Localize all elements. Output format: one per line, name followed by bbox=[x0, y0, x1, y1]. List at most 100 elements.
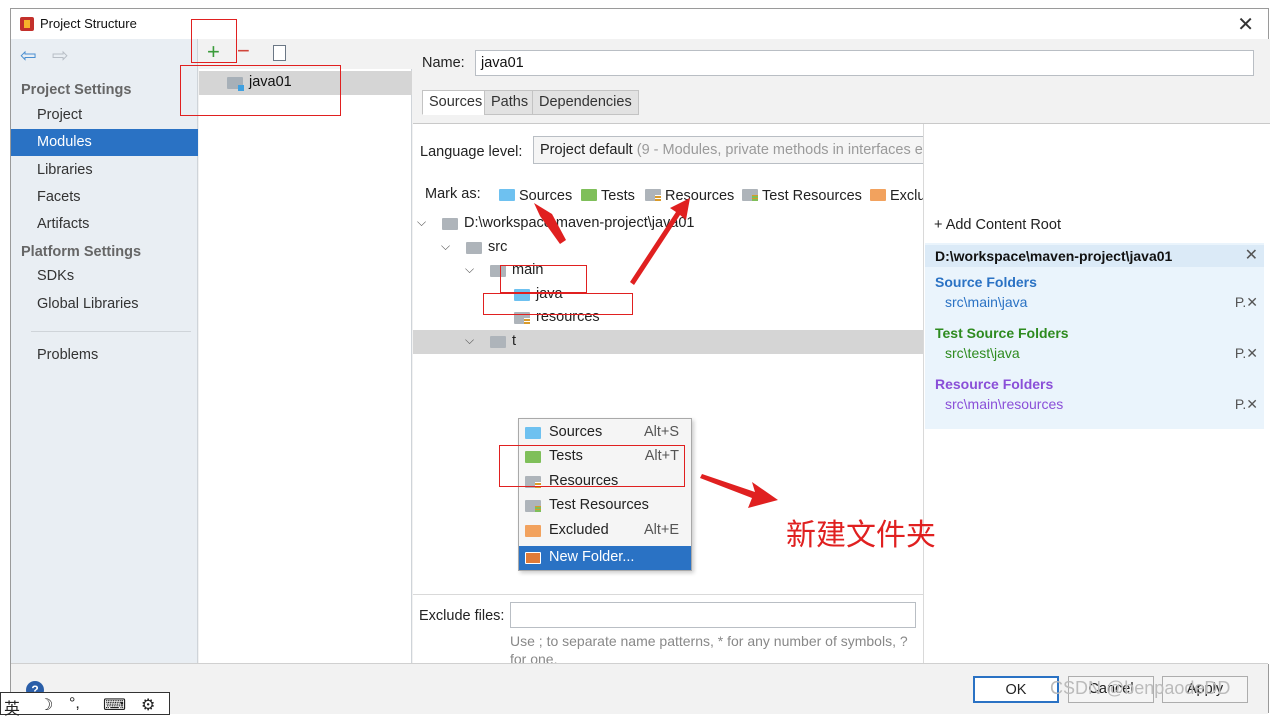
exclude-files-input[interactable] bbox=[510, 602, 916, 628]
tab-sources[interactable]: Sources bbox=[422, 90, 490, 115]
menu-item-label: New Folder... bbox=[549, 549, 635, 565]
resource-folders-title: Resource Folders bbox=[935, 376, 1054, 392]
source-folder-path: src\main\java bbox=[945, 294, 1028, 310]
folder-icon bbox=[442, 218, 458, 230]
ime-toolbar: 英 ☽ °, ⌨ ⚙ bbox=[0, 692, 170, 718]
chevron-down-icon[interactable]: ⌵ bbox=[465, 333, 474, 348]
exclude-divider bbox=[413, 594, 923, 595]
folder-icon bbox=[490, 336, 506, 348]
sources-folder-icon bbox=[525, 427, 541, 439]
chevron-down-icon[interactable]: ⌵ bbox=[465, 262, 474, 277]
mark-as-test-resources-label: Test Resources bbox=[762, 188, 862, 204]
platform-settings-header: Platform Settings bbox=[21, 244, 142, 260]
folder-actions-icon[interactable]: P.✕ bbox=[1235, 294, 1258, 311]
window-title: Project Structure bbox=[40, 16, 137, 31]
close-icon[interactable]: ✕ bbox=[1237, 12, 1254, 37]
ime-gear-icon[interactable]: ⚙ bbox=[141, 695, 155, 715]
tree-label: t bbox=[512, 333, 517, 349]
nav-item-artifacts[interactable]: Artifacts bbox=[11, 211, 198, 238]
mark-as-tests[interactable]: Tests bbox=[581, 188, 635, 204]
nav-item-global-libraries[interactable]: Global Libraries bbox=[11, 291, 198, 318]
excluded-folder-icon bbox=[525, 525, 541, 537]
annotation-box-new-folder bbox=[499, 445, 685, 487]
tree-row-main[interactable]: ⌵ main bbox=[413, 259, 923, 283]
watermark: CSDN @benpaodeDD bbox=[1050, 678, 1231, 698]
add-content-root-button[interactable]: + Add Content Root bbox=[934, 217, 1061, 233]
tests-folder-icon bbox=[581, 189, 597, 201]
content-root-entry: D:\workspace\maven-project\java01 ✕ Sour… bbox=[925, 243, 1264, 429]
tree-label: D:\workspace\maven-project\java01 bbox=[464, 215, 695, 231]
ime-language-icon[interactable]: 英 bbox=[4, 695, 20, 719]
mark-as-resources-label: Resources bbox=[665, 188, 735, 204]
tree-row-root[interactable]: ⌵ D:\workspace\maven-project\java01 bbox=[413, 212, 923, 236]
test-resources-folder-icon bbox=[525, 500, 541, 512]
tree-row-test[interactable]: ⌵ t bbox=[413, 330, 923, 354]
content-root-path: D:\workspace\maven-project\java01 ✕ bbox=[925, 245, 1264, 267]
remove-root-icon[interactable]: ✕ bbox=[1245, 245, 1258, 267]
folder-actions-icon[interactable]: P.✕ bbox=[1235, 396, 1258, 413]
ime-punctuation-icon[interactable]: °, bbox=[69, 695, 80, 713]
tree-label: src bbox=[488, 239, 508, 255]
mark-as-sources-label: Sources bbox=[519, 188, 573, 204]
mark-as-sources[interactable]: Sources bbox=[499, 188, 572, 204]
menu-item-label: Test Resources bbox=[549, 497, 649, 513]
menu-item-label: Sources bbox=[549, 424, 603, 440]
language-level-value: Project default bbox=[540, 142, 633, 158]
mark-as-tests-label: Tests bbox=[601, 188, 635, 204]
bilibili-play-icon bbox=[1113, 533, 1221, 625]
menu-item-new-folder[interactable]: New Folder... bbox=[519, 546, 691, 570]
chevron-down-icon[interactable]: ⌵ bbox=[417, 215, 426, 230]
folder-icon bbox=[466, 242, 482, 254]
tab-dependencies[interactable]: Dependencies bbox=[532, 90, 639, 115]
nav-item-sdks[interactable]: SDKs bbox=[11, 263, 198, 290]
annotation-box-java bbox=[500, 265, 587, 293]
nav-item-modules[interactable]: Modules bbox=[11, 129, 198, 156]
ok-button[interactable]: OK bbox=[973, 676, 1059, 703]
menu-item-label: Excluded bbox=[549, 522, 609, 538]
settings-nav: ⇦ ⇨ Project Settings Project Modules Lib… bbox=[11, 39, 198, 663]
modules-list-panel: + − java01 bbox=[199, 38, 412, 663]
ime-keyboard-icon[interactable]: ⌨ bbox=[103, 695, 126, 715]
nav-item-libraries[interactable]: Libraries bbox=[11, 157, 198, 184]
menu-item-sources[interactable]: Sources Alt+S bbox=[519, 421, 691, 445]
project-settings-header: Project Settings bbox=[21, 82, 132, 98]
menu-item-shortcut: Alt+E bbox=[643, 522, 679, 538]
excluded-folder-icon bbox=[870, 189, 886, 201]
nav-item-project[interactable]: Project bbox=[11, 102, 198, 129]
mark-as-test-resources[interactable]: Test Resources bbox=[742, 188, 862, 204]
new-folder-icon bbox=[525, 552, 541, 564]
sources-folder-icon bbox=[499, 189, 515, 201]
annotation-box-add bbox=[191, 19, 237, 63]
nav-item-facets[interactable]: Facets bbox=[11, 184, 198, 211]
annotation-box-module bbox=[180, 65, 341, 116]
folder-actions-icon[interactable]: P.✕ bbox=[1235, 345, 1258, 362]
nav-divider bbox=[31, 331, 191, 332]
menu-item-excluded[interactable]: Excluded Alt+E bbox=[519, 519, 691, 543]
test-resources-folder-icon bbox=[742, 189, 758, 201]
content-root-path-text: D:\workspace\maven-project\java01 bbox=[935, 248, 1173, 264]
name-label: Name: bbox=[422, 55, 465, 71]
tab-paths[interactable]: Paths bbox=[484, 90, 536, 115]
menu-item-shortcut: Alt+S bbox=[643, 424, 679, 440]
tree-row-src[interactable]: ⌵ src bbox=[413, 236, 923, 260]
remove-module-icon[interactable]: − bbox=[237, 38, 250, 64]
ime-moon-icon[interactable]: ☽ bbox=[39, 695, 53, 715]
back-arrow-icon[interactable]: ⇦ bbox=[20, 46, 40, 67]
language-level-select[interactable]: Project default (9 - Modules, private me… bbox=[533, 136, 983, 164]
mark-as-resources[interactable]: Resources bbox=[645, 188, 734, 204]
copy-module-icon[interactable] bbox=[269, 42, 286, 61]
source-folders-title: Source Folders bbox=[935, 274, 1037, 290]
menu-item-test-resources[interactable]: Test Resources bbox=[519, 494, 691, 518]
forward-arrow-icon[interactable]: ⇨ bbox=[52, 46, 72, 67]
module-name-input[interactable]: java01 bbox=[475, 50, 1254, 76]
test-source-folders-title: Test Source Folders bbox=[935, 325, 1069, 341]
chevron-down-icon[interactable]: ⌵ bbox=[441, 239, 450, 254]
language-level-hint: (9 - Modules, private methods in interfa… bbox=[636, 142, 943, 158]
test-source-folder-path: src\test\java bbox=[945, 345, 1020, 361]
nav-item-problems[interactable]: Problems bbox=[11, 342, 198, 369]
annotation-box-resources bbox=[483, 293, 633, 315]
mark-as-label: Mark as: bbox=[425, 186, 481, 202]
exclude-files-label: Exclude files: bbox=[419, 608, 505, 624]
resources-folder-icon bbox=[645, 189, 661, 201]
intellij-app-icon bbox=[20, 17, 34, 31]
